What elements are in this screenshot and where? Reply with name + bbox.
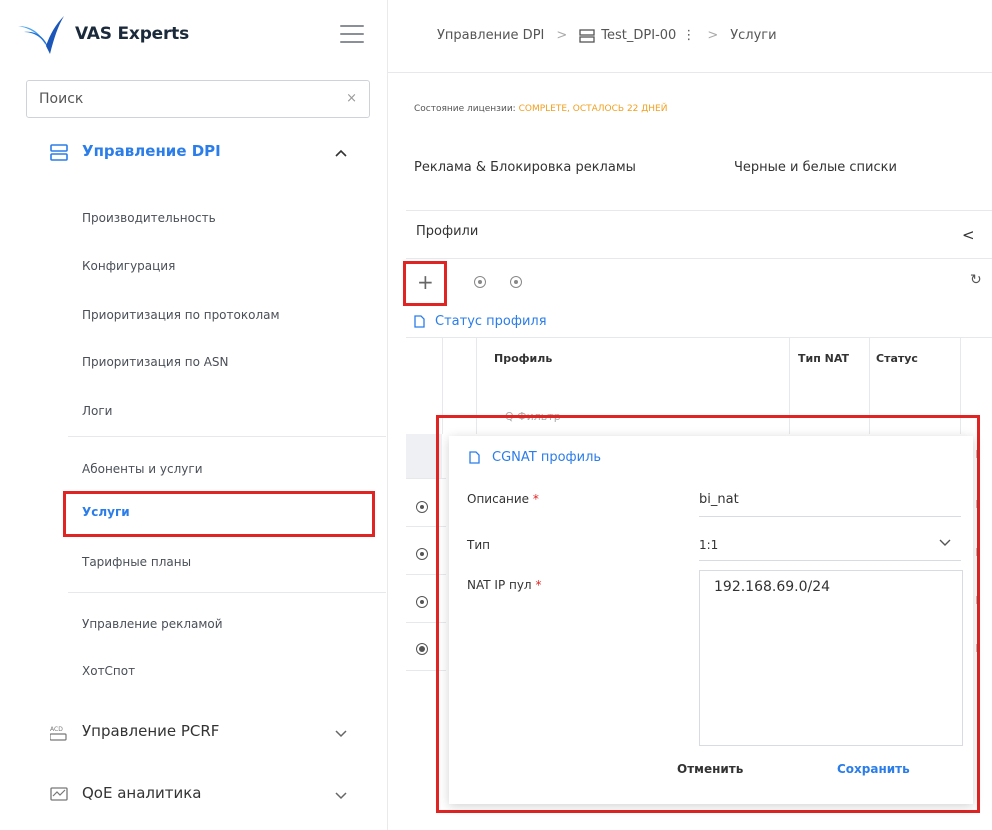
document-icon: [469, 451, 480, 464]
tab-lists[interactable]: Черные и белые списки: [734, 160, 897, 175]
chevron-down-icon[interactable]: [334, 788, 348, 802]
hamburger-menu-icon[interactable]: [340, 25, 364, 45]
profile-status-label: Статус профиля: [435, 314, 547, 329]
license-label: Состояние лицензии:: [414, 104, 516, 114]
tabs-divider: [406, 210, 992, 211]
row-stop-icon[interactable]: [416, 643, 428, 655]
document-icon: [414, 315, 425, 328]
type-select[interactable]: 1:1: [699, 538, 718, 552]
header-divider: [388, 72, 992, 73]
kebab-menu-icon[interactable]: ⋮: [682, 28, 695, 43]
sidebar-group-pcrf[interactable]: ACD Управление PCRF: [0, 716, 388, 756]
breadcrumb-separator-icon: >: [707, 28, 719, 43]
description-label: Описание *: [467, 492, 539, 506]
sidebar-item-services-label: Услуги: [82, 505, 130, 519]
type-underline: [699, 560, 961, 561]
sidebar-item-asn-priority[interactable]: Приоритизация по ASN: [82, 355, 229, 369]
breadcrumb: Управление DPI > Test_DPI-00 ⋮ > Услуги: [437, 28, 777, 43]
breadcrumb-separator-icon: >: [556, 28, 568, 43]
sidebar-group-qoe[interactable]: QoE аналитика: [0, 778, 388, 818]
sidebar-group-dpi[interactable]: Управление DPI: [0, 138, 388, 182]
column-nat-type[interactable]: Тип NAT: [798, 352, 849, 365]
brand-logo-icon: [18, 16, 64, 54]
sidebar-item-protocol-priority[interactable]: Приоритизация по протоколам: [82, 308, 280, 322]
nat-pool-label: NAT IP пул *: [467, 578, 541, 592]
nat-pool-label-text: NAT IP пул: [467, 578, 532, 592]
divider: [68, 592, 386, 593]
breadcrumb-root[interactable]: Управление DPI: [437, 28, 544, 43]
stop-icon[interactable]: [510, 276, 522, 288]
description-underline: [699, 516, 961, 517]
sidebar-group-pcrf-label: Управление PCRF: [82, 722, 220, 740]
cancel-button[interactable]: Отменить: [677, 762, 743, 776]
divider: [68, 436, 386, 437]
row-play-icon[interactable]: [416, 548, 428, 560]
required-mark: *: [532, 492, 539, 506]
tab-ads[interactable]: Реклама & Блокировка рекламы: [414, 160, 636, 175]
sidebar-group-dpi-label: Управление DPI: [82, 142, 221, 160]
description-field[interactable]: bi_nat: [699, 492, 739, 507]
svg-text:ACD: ACD: [50, 726, 63, 733]
sidebar-item-logs[interactable]: Логи: [82, 404, 112, 418]
collapse-icon[interactable]: <: [962, 226, 975, 244]
description-label-text: Описание: [467, 492, 530, 506]
add-profile-button[interactable]: +: [403, 261, 447, 306]
breadcrumb-current: Услуги: [730, 28, 777, 43]
plus-icon: +: [417, 270, 434, 294]
server-icon: [579, 28, 595, 43]
cgnat-profile-dialog: CGNAT профиль Описание * bi_nat Тип 1:1 …: [449, 436, 973, 804]
nat-pool-textarea[interactable]: 192.168.69.0/24: [699, 570, 963, 746]
column-status[interactable]: Статус: [876, 352, 918, 365]
chevron-down-icon[interactable]: [334, 726, 348, 740]
sidebar-item-performance[interactable]: Производительность: [82, 211, 216, 225]
sidebar-item-services[interactable]: Услуги: [63, 491, 375, 537]
logo-row: VAS Experts: [0, 0, 388, 76]
sidebar-item-ads-management[interactable]: Управление рекламой: [82, 617, 223, 631]
sidebar-item-hotspot[interactable]: ХотСпот: [82, 664, 135, 678]
dialog-title: CGNAT профиль: [469, 450, 601, 465]
breadcrumb-server-label: Test_DPI-00: [601, 28, 677, 43]
profiles-table-header: Профиль Тип NAT Статус: [406, 338, 992, 408]
sidebar-item-subscribers[interactable]: Абоненты и услуги: [82, 462, 203, 476]
profiles-title: Профили: [416, 224, 479, 239]
sidebar-group-qoe-label: QoE аналитика: [82, 784, 202, 802]
pcrf-icon: ACD: [50, 726, 67, 741]
nat-pool-value: 192.168.69.0/24: [714, 579, 831, 595]
type-label: Тип: [467, 538, 490, 552]
required-mark: *: [535, 578, 542, 592]
refresh-icon[interactable]: ↻: [970, 272, 982, 288]
profile-status-link[interactable]: Статус профиля: [414, 314, 547, 329]
sidebar-item-configuration[interactable]: Конфигурация: [82, 259, 175, 273]
column-profile[interactable]: Профиль: [494, 352, 552, 365]
clear-icon[interactable]: ×: [346, 91, 357, 106]
breadcrumb-server[interactable]: Test_DPI-00 ⋮: [579, 28, 695, 43]
row-play-icon[interactable]: [416, 596, 428, 608]
sidebar-item-tariff-plans[interactable]: Тарифные планы: [82, 555, 191, 569]
brand-name: VAS Experts: [75, 24, 190, 44]
search-placeholder: Поиск: [39, 91, 84, 107]
save-button[interactable]: Сохранить: [837, 762, 910, 776]
license-state: COMPLETE, ОСТАЛОСЬ 22 ДНЕЙ: [518, 104, 668, 114]
license-status: Состояние лицензии: COMPLETE, ОСТАЛОСЬ 2…: [414, 104, 667, 114]
sidebar: VAS Experts Поиск × Управление DPI Произ…: [0, 0, 388, 830]
chart-monitor-icon: [50, 787, 68, 801]
sidebar-search-input[interactable]: Поиск ×: [26, 80, 370, 118]
profiles-divider: [406, 258, 992, 259]
dialog-title-label: CGNAT профиль: [492, 450, 602, 465]
chevron-down-icon[interactable]: [939, 538, 951, 548]
row-play-icon[interactable]: [416, 501, 428, 513]
play-icon[interactable]: [474, 276, 486, 288]
chevron-up-icon[interactable]: [334, 146, 348, 160]
table-divider: [406, 337, 992, 338]
server-icon: [50, 144, 68, 161]
